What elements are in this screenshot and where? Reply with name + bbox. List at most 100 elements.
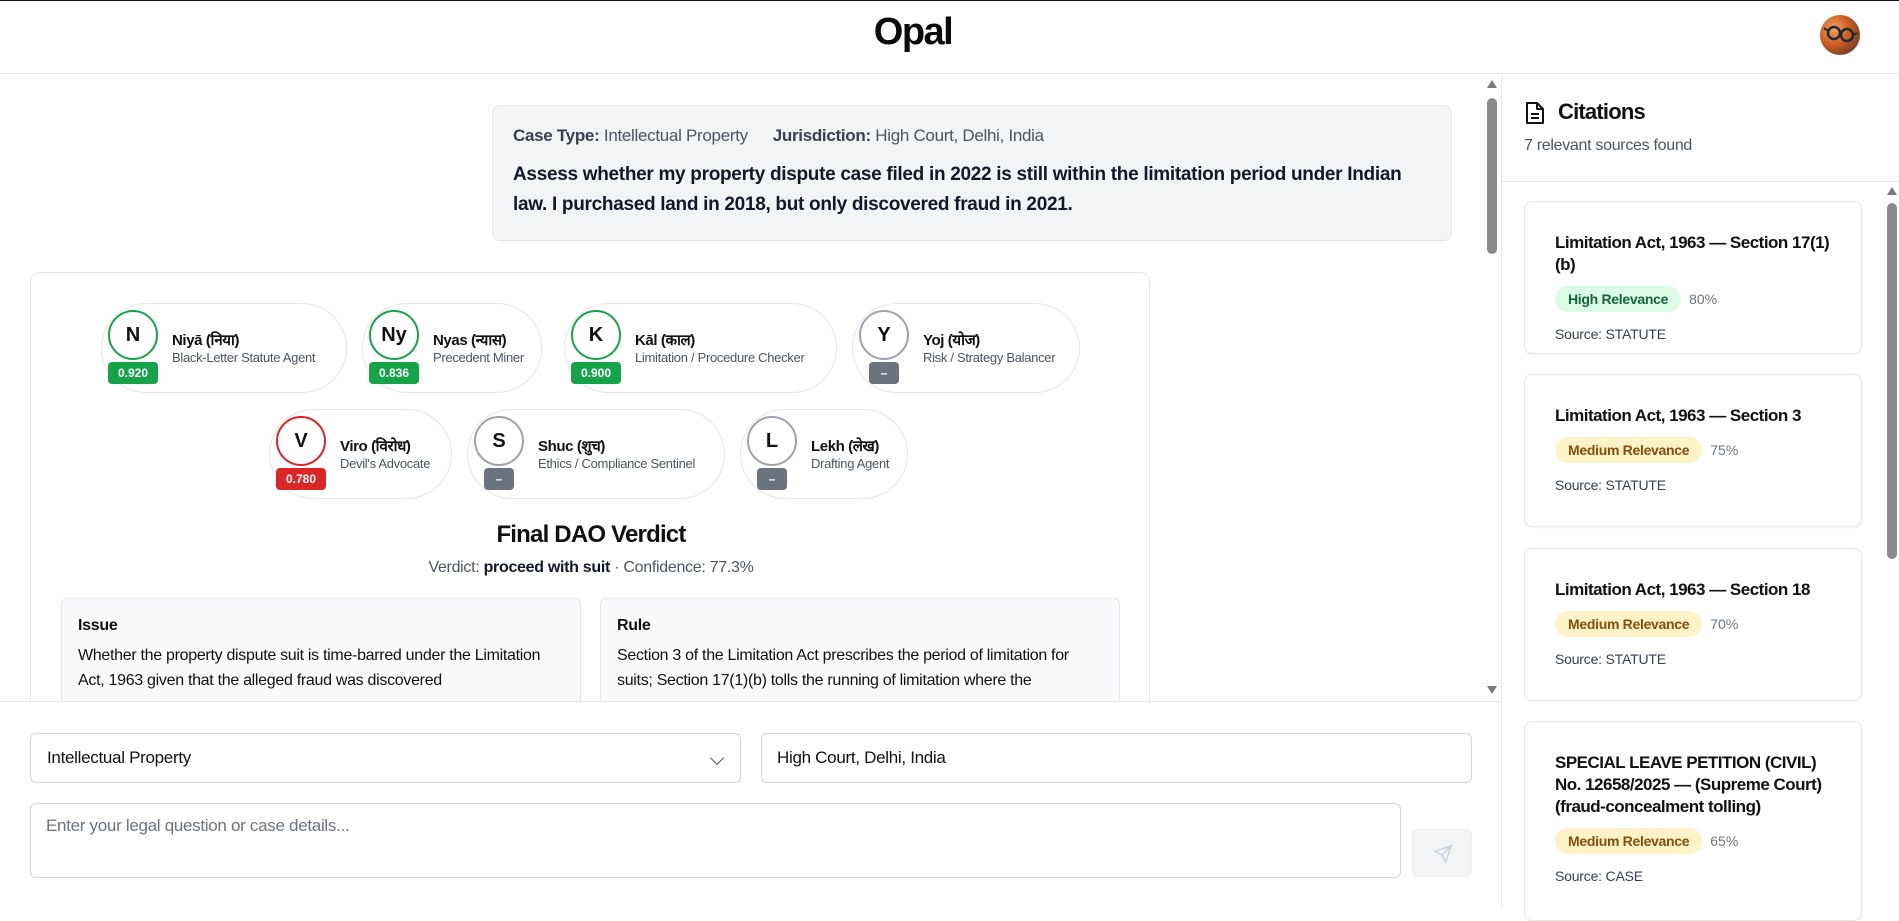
agent-score: – — [484, 468, 514, 490]
citation-card[interactable]: Limitation Act, 1963 — Section 3 Medium … — [1524, 374, 1862, 527]
agent-score: – — [757, 468, 787, 490]
relevance-badge: Medium Relevance — [1555, 437, 1703, 463]
agent-chip-shuc[interactable]: S – Shuc (शुच) Ethics / Compliance Senti… — [467, 409, 725, 499]
scroll-thumb[interactable] — [1487, 98, 1497, 254]
jurisdiction-label: Jurisdiction: — [772, 126, 871, 145]
agent-name: Yoj (योज) — [923, 332, 980, 349]
agent-role: Black-Letter Statute Agent — [172, 350, 316, 365]
agent-chip-yoj[interactable]: Y – Yoj (योज) Risk / Strategy Balancer — [852, 303, 1080, 393]
verdict-value: proceed with suit — [483, 559, 611, 576]
verdict-title: Final DAO Verdict — [496, 521, 686, 548]
query-text: Assess whether my property dispute case … — [513, 164, 1402, 215]
citation-source: Source: CASE — [1555, 868, 1643, 884]
case-type-label: Case Type: — [513, 126, 600, 145]
agent-chip-nyas[interactable]: Ny 0.836 Nyas (न्यास) Precedent Miner — [362, 303, 542, 393]
agent-name: Shuc (शुच) — [538, 438, 605, 455]
citations-scrollbar[interactable] — [1884, 185, 1899, 907]
citation-source: Source: STATUTE — [1555, 326, 1666, 342]
case-type-selected: Intellectual Property — [47, 748, 191, 767]
issue-text: Whether the property dispute suit is tim… — [78, 647, 541, 689]
rule-text: Section 3 of the Limitation Act prescrib… — [617, 647, 1069, 689]
agent-role: Ethics / Compliance Sentinel — [538, 456, 696, 471]
agent-name: Nyas (न्यास) — [433, 332, 507, 349]
agent-avatar: Y — [859, 310, 909, 360]
citation-source: Source: STATUTE — [1555, 477, 1666, 493]
citations-sidebar: Citations 7 relevant sources found Limit… — [1501, 75, 1899, 921]
chevron-down-icon — [709, 750, 725, 766]
rule-heading: Rule — [617, 617, 651, 634]
irac-issue-panel: Issue Whether the property dispute suit … — [61, 598, 581, 702]
avatar-glasses-icon — [1823, 25, 1858, 43]
verdict-card: N 0.920 Niyā (निया) Black-Letter Statute… — [30, 272, 1150, 702]
agent-name: Lekh (लेख) — [811, 438, 880, 455]
app-header: Opal — [0, 0, 1899, 74]
citation-card[interactable]: Limitation Act, 1963 — Section 18 Medium… — [1524, 548, 1862, 701]
agent-avatar: K — [571, 310, 621, 360]
agent-chip-viro[interactable]: V 0.780 Viro (विरोध) Devil's Advocate — [269, 409, 452, 499]
agent-score: 0.836 — [369, 362, 419, 384]
citation-title: Limitation Act, 1963 — Section 3 — [1555, 406, 1802, 425]
scroll-thumb[interactable] — [1887, 203, 1897, 559]
agent-chip-kal[interactable]: K 0.900 Kāl (काल) Limitation / Procedure… — [564, 303, 837, 393]
agent-name: Kāl (काल) — [635, 332, 695, 349]
citation-card[interactable]: Limitation Act, 1963 — Section 17(1)(b) … — [1524, 201, 1862, 354]
user-query-card: Case Type: Intellectual Property Jurisdi… — [492, 105, 1452, 241]
irac-rule-panel: Rule Section 3 of the Limitation Act pre… — [600, 598, 1120, 702]
agent-role: Precedent Miner — [433, 350, 524, 365]
scroll-up-arrow-icon[interactable] — [1487, 80, 1497, 88]
agent-avatar: N — [108, 310, 158, 360]
citation-card[interactable]: SPECIAL LEAVE PETITION (CIVIL) No. 12658… — [1524, 721, 1862, 921]
case-type-value: Intellectual Property — [603, 126, 748, 145]
agent-avatar: L — [747, 416, 797, 466]
jurisdiction-input[interactable] — [761, 733, 1472, 783]
verdict-label: Verdict: — [428, 559, 480, 576]
query-meta: Case Type: Intellectual Property Jurisdi… — [513, 126, 1431, 146]
citations-header: Citations 7 relevant sources found — [1502, 75, 1899, 182]
verdict-summary: Verdict: proceed with suit · Confidence:… — [31, 559, 1151, 577]
citations-count: 7 relevant sources found — [1524, 137, 1693, 154]
document-icon — [1526, 102, 1544, 124]
jurisdiction-value: High Court, Delhi, India — [875, 126, 1044, 145]
relevance-percent: 75% — [1710, 442, 1739, 458]
agent-avatar: Ny — [369, 310, 419, 360]
agent-role: Drafting Agent — [811, 456, 890, 471]
agent-score: 0.900 — [571, 362, 621, 384]
composer: Intellectual Property — [0, 701, 1500, 907]
relevance-badge: High Relevance — [1555, 286, 1682, 312]
relevance-badge: Medium Relevance — [1555, 611, 1703, 637]
agent-role: Risk / Strategy Balancer — [923, 350, 1056, 365]
agent-avatar: S — [474, 416, 524, 466]
relevance-percent: 65% — [1710, 833, 1739, 849]
agent-chip-niya[interactable]: N 0.920 Niyā (निया) Black-Letter Statute… — [101, 303, 347, 393]
issue-heading: Issue — [78, 617, 118, 634]
question-input[interactable] — [30, 803, 1401, 878]
scroll-up-arrow-icon[interactable] — [1887, 187, 1897, 195]
send-button[interactable] — [1412, 829, 1472, 877]
confidence-label: Confidence: — [623, 559, 706, 576]
send-icon — [1433, 844, 1453, 864]
relevance-percent: 70% — [1710, 616, 1739, 632]
app-title: Opal — [873, 11, 954, 53]
citation-source: Source: STATUTE — [1555, 651, 1666, 667]
relevance-badge: Medium Relevance — [1555, 828, 1703, 854]
relevance-percent: 80% — [1689, 291, 1718, 307]
citation-title: SPECIAL LEAVE PETITION (CIVIL) No. 12658… — [1555, 753, 1822, 816]
chat-area: Case Type: Intellectual Property Jurisdi… — [0, 75, 1500, 702]
citations-title: Citations — [1558, 99, 1646, 124]
chat-scrollbar[interactable] — [1484, 78, 1500, 698]
agent-role: Devil's Advocate — [340, 456, 431, 471]
agent-chip-lekh[interactable]: L – Lekh (लेख) Drafting Agent — [740, 409, 908, 499]
citation-title: Limitation Act, 1963 — Section 18 — [1555, 580, 1810, 599]
user-avatar[interactable] — [1820, 15, 1860, 55]
agent-score: – — [869, 362, 899, 384]
agent-score: 0.920 — [108, 362, 158, 384]
confidence-value: 77.3% — [709, 559, 754, 576]
case-type-select[interactable]: Intellectual Property — [30, 733, 741, 783]
agent-name: Viro (विरोध) — [340, 438, 411, 455]
verdict-separator: · — [614, 559, 620, 576]
agent-score: 0.780 — [276, 468, 326, 490]
agent-name: Niyā (निया) — [172, 332, 240, 349]
agent-role: Limitation / Procedure Checker — [635, 350, 805, 365]
citation-title: Limitation Act, 1963 — Section 17(1)(b) — [1555, 233, 1830, 274]
scroll-down-arrow-icon[interactable] — [1487, 686, 1497, 694]
